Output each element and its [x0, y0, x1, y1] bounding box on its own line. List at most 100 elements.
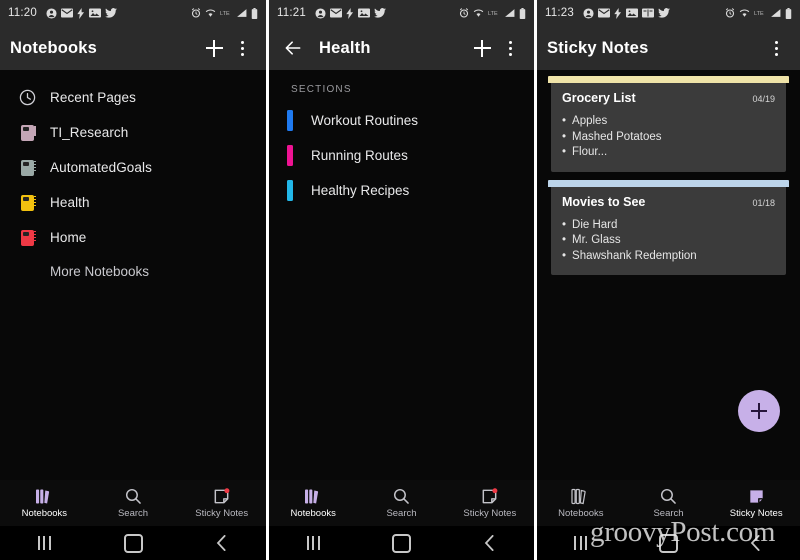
phone-panel-health: 11:21 LTE Health SECTIONS Workout Routin…: [269, 0, 534, 560]
note-item: • Die Hard: [562, 218, 775, 234]
mail-icon: [597, 8, 610, 18]
phone-panel-sticky-notes: 11:23 LTE Sticky Notes Grocery List 04/1…: [537, 0, 800, 560]
status-time: 11:23: [545, 7, 574, 19]
note-date: 01/18: [752, 197, 775, 208]
back-button[interactable]: [712, 535, 800, 551]
note-header: Movies to See 01/18: [562, 195, 775, 209]
section-label: Healthy Recipes: [311, 183, 410, 198]
note-color-strip: [548, 76, 789, 83]
sections-header: SECTIONS: [291, 84, 352, 95]
tab-sticky-notes[interactable]: Sticky Notes: [177, 487, 266, 519]
section-item-healthy-recipes[interactable]: Healthy Recipes: [269, 173, 534, 208]
back-button[interactable]: [177, 535, 266, 551]
notebook-icon: [18, 194, 36, 211]
svg-text:LTE: LTE: [220, 11, 230, 17]
svg-text:LTE: LTE: [488, 11, 498, 17]
tab-notebooks[interactable]: Notebooks: [0, 488, 89, 519]
recents-icon: [37, 536, 51, 550]
back-chevron-icon: [484, 535, 494, 551]
wifi-icon: [473, 9, 484, 17]
wifi-icon: [739, 9, 750, 17]
note-card-movies-to-see[interactable]: Movies to See 01/18 • Die Hard • Mr. Glass…: [548, 179, 789, 275]
note-title: Grocery List: [562, 91, 636, 105]
mail-icon: [329, 8, 342, 18]
back-chevron-icon: [216, 535, 226, 551]
bullet-icon: •: [562, 130, 567, 143]
tab-label: Search: [386, 507, 417, 519]
list-item-ti-research[interactable]: TI_Research: [0, 115, 266, 150]
tab-search[interactable]: Search: [357, 488, 445, 519]
list-item-automatedgoals[interactable]: AutomatedGoals: [0, 150, 266, 185]
note-body: Movies to See 01/18 • Die Hard • Mr. Glass…: [551, 186, 786, 275]
recents-button[interactable]: [0, 536, 89, 550]
home-icon: [123, 533, 143, 553]
overflow-menu-button[interactable]: [762, 34, 790, 62]
tab-search[interactable]: Search: [625, 488, 713, 519]
account-icon: [583, 7, 594, 19]
signal-icon: [771, 9, 781, 17]
twitter-icon: [373, 8, 386, 18]
recents-button[interactable]: [269, 536, 357, 550]
add-section-button[interactable]: [468, 34, 496, 62]
system-nav-bar: [269, 526, 534, 560]
kebab-icon: [774, 40, 778, 56]
kebab-icon: [508, 40, 512, 56]
note-body: Grocery List 04/19 • Apples • Mashed Potat…: [551, 83, 786, 172]
lte-icon: LTE: [220, 11, 230, 17]
twitter-icon: [104, 8, 117, 18]
list-item-recent-pages[interactable]: Recent Pages: [0, 80, 266, 115]
recents-icon: [306, 536, 320, 550]
home-button[interactable]: [89, 533, 178, 553]
system-nav-bar: [537, 526, 800, 560]
tab-search[interactable]: Search: [89, 488, 178, 519]
tab-label: Search: [117, 507, 149, 519]
note-item-text: Mr. Glass: [572, 234, 621, 246]
bolt-icon: [346, 7, 353, 19]
app-bar-health: Health: [269, 26, 534, 70]
add-note-fab[interactable]: [738, 390, 780, 432]
alarm-icon: [191, 8, 201, 18]
more-notebooks-link[interactable]: More Notebooks: [0, 255, 266, 289]
bottom-nav-bar: Notebooks Search Sticky Notes: [537, 480, 800, 526]
list-item-home[interactable]: Home: [0, 220, 266, 255]
tab-sticky-notes[interactable]: Sticky Notes: [446, 487, 534, 519]
add-notebook-button[interactable]: [200, 34, 228, 62]
app-bar-notebooks: Notebooks: [0, 26, 266, 70]
status-bar-right: LTE: [191, 7, 258, 19]
alarm-icon: [459, 8, 469, 18]
note-header: Grocery List 04/19: [562, 91, 775, 105]
battery-icon: [519, 7, 526, 19]
screenshot-stage: 11:20 LTE Notebooks Recent Pages TI_Rese…: [0, 0, 800, 560]
section-color-swatch: [287, 145, 293, 166]
list-item-health[interactable]: Health: [0, 185, 266, 220]
status-bar: 11:20 LTE: [0, 0, 266, 26]
tab-label: Sticky Notes: [729, 507, 783, 519]
search-icon: [125, 488, 141, 504]
note-card-grocery-list[interactable]: Grocery List 04/19 • Apples • Mashed Potat…: [548, 76, 789, 172]
recents-button[interactable]: [537, 536, 625, 550]
back-button[interactable]: [279, 34, 307, 62]
home-button[interactable]: [625, 533, 713, 553]
note-title: Movies to See: [562, 194, 646, 209]
bolt-icon: [77, 7, 84, 19]
section-label: Workout Routines: [311, 113, 419, 128]
note-items: • Apples • Mashed Potatoes • Flour...: [562, 114, 775, 161]
sticky-note-icon: [749, 489, 763, 503]
note-item: • Mr. Glass: [562, 233, 775, 249]
home-button[interactable]: [357, 533, 445, 553]
notebook-list: Recent Pages TI_Research AutomatedGoals: [0, 70, 266, 289]
back-button[interactable]: [446, 535, 534, 551]
status-bar-right: LTE: [459, 7, 526, 19]
tab-notebooks[interactable]: Notebooks: [269, 488, 357, 519]
section-item-workout-routines[interactable]: Workout Routines: [269, 103, 534, 138]
overflow-menu-button[interactable]: [228, 34, 256, 62]
overflow-menu-button[interactable]: [496, 34, 524, 62]
note-items: • Die Hard • Mr. Glass • Shawshank Redempti…: [562, 218, 775, 265]
notebook-icon: [18, 159, 36, 176]
tab-notebooks[interactable]: Notebooks: [537, 488, 625, 519]
tab-sticky-notes[interactable]: Sticky Notes: [712, 488, 800, 519]
section-color-swatch: [287, 110, 293, 131]
note-item-text: Apples: [572, 115, 608, 127]
note-item: • Mashed Potatoes: [562, 130, 775, 146]
section-item-running-routes[interactable]: Running Routes: [269, 138, 534, 173]
